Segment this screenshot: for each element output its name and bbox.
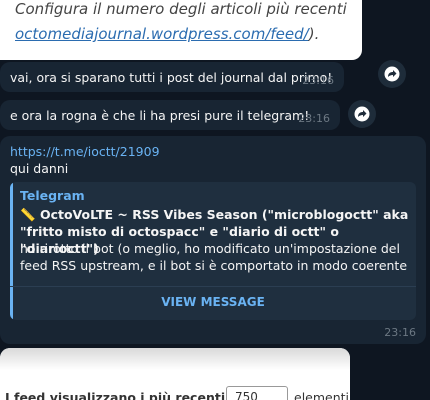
preview-site-name: Telegram <box>20 188 85 203</box>
message-bubble-1[interactable]: vai, ora si sparano tutti i post del jou… <box>0 62 344 92</box>
message-text: e ora la rogna è che li ha presi pure il… <box>10 108 310 123</box>
message-bubble-link[interactable]: https://t.me/ioctt/21909 qui danni Teleg… <box>0 136 426 344</box>
message-link[interactable]: https://t.me/ioctt/21909 <box>10 144 160 159</box>
message-time: 23:16 <box>302 74 334 87</box>
message-text: vai, ora si sparano tutti i post del jou… <box>10 70 333 85</box>
message-time: 23:16 <box>384 326 416 339</box>
message-text: qui danni <box>10 161 69 176</box>
message-bubble-2[interactable]: e ora la rogna è che li ha presi pure il… <box>0 100 340 130</box>
image-text-line: Configura il numero degli articoli più r… <box>15 0 347 18</box>
image-link-text: octomediajournal.wordpress.com/feed/). <box>15 25 320 43</box>
share-arrow-icon[interactable] <box>348 100 376 128</box>
image-blur-region <box>0 348 350 370</box>
screenshot-image-top[interactable]: Configura il numero degli articoli più r… <box>0 0 362 60</box>
image-unit-label: elementi <box>294 390 350 400</box>
view-message-button[interactable]: VIEW MESSAGE <box>10 286 416 317</box>
share-arrow-icon[interactable] <box>378 60 406 88</box>
ruler-emoji-icon: 📏 <box>20 207 36 222</box>
image-label: I feed visualizzano i più recenti <box>5 390 226 400</box>
link-preview-card[interactable]: Telegram 📏 OctoVoLTE ~ RSS Vibes Season … <box>10 182 416 320</box>
preview-description: ho rirotto il bot (o meglio, ho modifica… <box>20 241 408 273</box>
message-time: 23:16 <box>298 112 330 125</box>
screenshot-image-bottom[interactable]: I feed visualizzano i più recenti 750 el… <box>0 348 350 400</box>
image-number-field: 750 <box>226 386 288 400</box>
